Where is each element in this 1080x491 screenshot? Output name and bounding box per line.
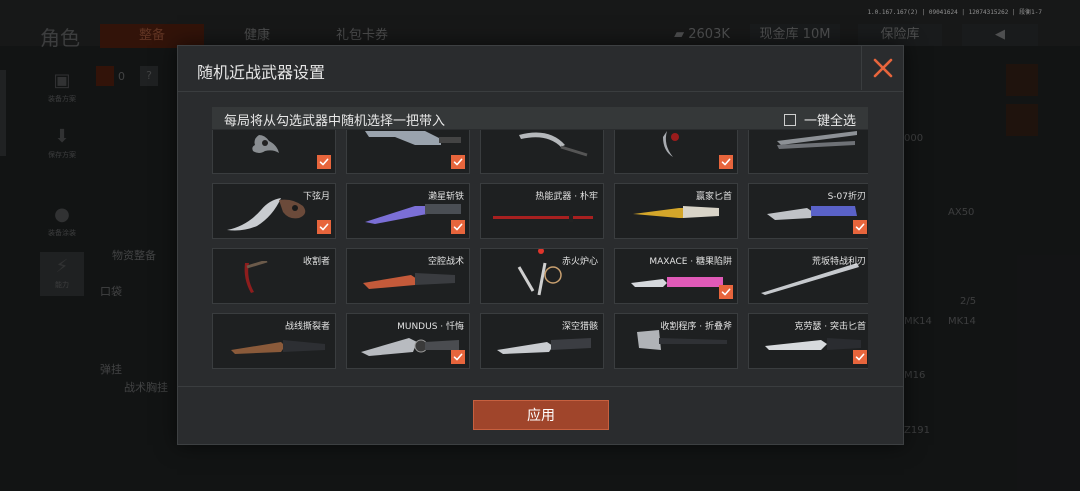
select-all-label: 一键全选 <box>803 114 856 129</box>
checkmark-icon[interactable] <box>451 350 465 364</box>
checkmark-icon[interactable] <box>451 220 465 234</box>
weapon-card[interactable] <box>346 130 470 174</box>
close-button[interactable] <box>861 46 903 90</box>
weapon-card[interactable]: 下弦月 <box>212 183 336 239</box>
dialog-title: 随机近战武器设置 <box>197 63 326 82</box>
dual-blade-icon <box>777 131 857 149</box>
apply-button[interactable]: 应用 <box>473 400 609 430</box>
weapon-name: 荒坂特战利刃 <box>811 257 866 267</box>
katana-icon <box>493 214 593 222</box>
hunting-knife-icon <box>497 338 591 354</box>
weapon-card[interactable]: 克劳瑟 · 突击匕首 <box>748 313 868 369</box>
weapon-name: 收割程序 · 折叠斧 <box>660 322 732 332</box>
weapon-card[interactable]: 深空猎骸 <box>480 313 604 369</box>
tactical-knife-icon <box>365 204 461 224</box>
weapon-name: MAXACE · 糖果陷阱 <box>649 257 732 267</box>
weapon-name: S-07折刃 <box>827 192 866 202</box>
claw-knife-icon <box>663 131 679 157</box>
checkmark-icon[interactable] <box>719 285 733 299</box>
weapon-card[interactable]: 赤火炉心 <box>480 248 604 304</box>
info-text: 每局将从勾选武器中随机选择一把带入 <box>224 114 446 129</box>
weapon-card[interactable]: 濑星斩铁 <box>346 183 470 239</box>
weapon-grid-scroll[interactable]: 下弦月 濑星斩铁 热能武器 · 朴牢 赢家匕首 S-07折刃收割者 空腔战术 赤火炉心 MAX… <box>212 130 868 383</box>
close-icon <box>873 58 892 78</box>
checkmark-icon[interactable] <box>719 155 733 169</box>
footer-divider <box>178 386 903 387</box>
karambit-icon <box>227 198 306 231</box>
weapon-card[interactable]: 战线撕裂者 <box>212 313 336 369</box>
butterfly-knife-icon <box>631 277 723 287</box>
info-bar: 每局将从勾选武器中随机选择一把带入 一键全选 <box>212 107 868 129</box>
checkbox-box <box>783 113 796 126</box>
weapon-card[interactable]: 收割者 <box>212 248 336 304</box>
serrated-knife-icon <box>231 340 325 354</box>
sickle-icon <box>519 132 588 157</box>
cleaver-icon <box>365 131 461 145</box>
weapon-name: 空腔战术 <box>427 257 464 267</box>
knuckle-knife-icon <box>252 135 279 153</box>
weapon-name: 克劳瑟 · 突击匕首 <box>794 322 866 332</box>
dialog-header: 随机近战武器设置 <box>178 46 903 92</box>
weapon-name: 赢家匕首 <box>695 192 732 202</box>
checkmark-icon[interactable] <box>317 220 331 234</box>
scythe-icon <box>244 261 268 293</box>
weapon-card[interactable]: S-07折刃 <box>748 183 868 239</box>
weapon-name: 收割者 <box>302 257 330 267</box>
weapon-grid: 下弦月 濑星斩铁 热能武器 · 朴牢 赢家匕首 S-07折刃收割者 空腔战术 赤火炉心 MAX… <box>212 130 868 369</box>
ornate-knife-icon <box>361 338 459 356</box>
checkmark-icon[interactable] <box>853 220 867 234</box>
hollow-knife-icon <box>363 273 455 289</box>
weapon-name: 濑星斩铁 <box>427 192 464 202</box>
weapon-card[interactable]: 空腔战术 <box>346 248 470 304</box>
folding-blade-icon <box>767 206 857 220</box>
axe-icon <box>637 330 727 350</box>
weapon-card[interactable] <box>480 130 604 174</box>
game-screen: 角色 整备 健康 礼包卡券 ▰ 2603K 现金库 10M 保险库 ◀ 1.0.… <box>0 0 1080 491</box>
gold-dagger-icon <box>633 206 719 218</box>
weapon-card[interactable]: 热能武器 · 朴牢 <box>480 183 604 239</box>
weapon-card[interactable]: 荒坂特战利刃 <box>748 248 868 304</box>
combat-dagger-icon <box>765 338 861 350</box>
weapon-card[interactable]: MUNDUS · 忏悔 <box>346 313 470 369</box>
weapon-card[interactable] <box>748 130 868 174</box>
weapon-card[interactable] <box>614 130 738 174</box>
weapon-name: 赤火炉心 <box>561 257 598 267</box>
weapon-name: 热能武器 · 朴牢 <box>535 192 598 202</box>
checkmark-icon[interactable] <box>317 155 331 169</box>
weapon-card[interactable] <box>212 130 336 174</box>
select-all-checkbox[interactable]: 一键全选 <box>783 110 856 129</box>
weapon-card[interactable]: 收割程序 · 折叠斧 <box>614 313 738 369</box>
weapon-card[interactable]: MAXACE · 糖果陷阱 <box>614 248 738 304</box>
weapon-name: 下弦月 <box>302 192 330 202</box>
weapon-name: 战线撕裂者 <box>284 322 330 332</box>
checkmark-icon[interactable] <box>853 350 867 364</box>
checkmark-icon[interactable] <box>451 155 465 169</box>
weapon-name: 深空猎骸 <box>561 322 598 332</box>
chain-blades-icon <box>517 262 562 296</box>
weapon-name: MUNDUS · 忏悔 <box>397 322 464 332</box>
weapon-card[interactable]: 赢家匕首 <box>614 183 738 239</box>
melee-random-settings-dialog: 随机近战武器设置 每局将从勾选武器中随机选择一把带入 一键全选 下弦月 濑星斩铁 热… <box>177 45 904 445</box>
new-indicator-dot <box>538 249 544 254</box>
long-blade-icon <box>761 263 859 295</box>
